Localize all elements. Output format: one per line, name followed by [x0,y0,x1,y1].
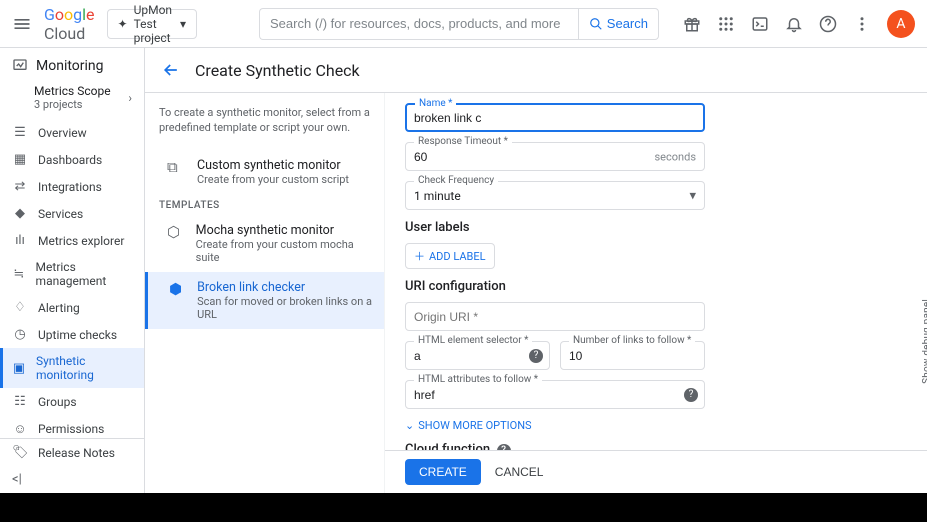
metrics-scope[interactable]: Metrics Scope 3 projects › [0,80,144,119]
debug-panel-tab[interactable]: Show debug panel [920,293,927,390]
mocha-icon: ⬡ [167,223,186,264]
gift-icon[interactable] [683,15,701,33]
footer-bar: CREATE CANCEL [385,450,927,493]
search-input[interactable] [259,8,578,40]
origin-uri-field[interactable] [405,302,705,331]
custom-icon: ⧉ [167,158,187,186]
frequency-field[interactable]: Check Frequency 1 minute ▾ [405,181,705,210]
bell-icon[interactable] [785,15,803,33]
nav-alerting[interactable]: ♢Alerting [0,294,144,321]
caret-down-icon: ▾ [689,188,696,203]
broken-link-icon: ⬢ [169,280,187,321]
caret-down-icon: ▾ [180,17,186,31]
apps-icon[interactable] [717,15,735,33]
nav-integrations[interactable]: ⇄Integrations [0,173,144,200]
chevron-down-icon: ⌄ [405,419,414,432]
explorer-icon: ılı [12,233,28,248]
integrations-icon: ⇄ [12,179,28,194]
links-field[interactable]: Number of links to follow * [560,341,705,370]
nav-metrics-explorer[interactable]: ılıMetrics explorer [0,227,144,254]
uri-config-header: URI configuration [405,279,705,294]
more-icon[interactable] [853,15,871,33]
show-more-options[interactable]: ⌄ SHOW MORE OPTIONS [405,419,705,432]
create-button[interactable]: CREATE [405,459,481,485]
dashboards-icon: ▦ [12,152,28,167]
form-panel: Name * Response Timeout * seconds Check … [385,93,927,493]
attr-field[interactable]: HTML attributes to follow * ? [405,380,705,409]
top-bar: Google Cloud ✦ UpMon Test project ▾ Sear… [0,0,927,48]
nav-permissions[interactable]: ☺Permissions [0,415,144,438]
chevron-right-icon: › [128,91,132,105]
nav-uptime[interactable]: ◷Uptime checks [0,321,144,348]
selector-field[interactable]: HTML element selector * ? [405,341,550,370]
name-field[interactable]: Name * [405,103,705,132]
name-input[interactable] [414,109,696,127]
search-button[interactable]: Search [578,8,659,40]
release-icon: 🏷 [12,445,28,460]
user-labels-header: User labels [405,220,705,235]
nav-groups[interactable]: ☷Groups [0,388,144,415]
selector-input[interactable] [414,347,541,365]
template-mocha[interactable]: ⬡ Mocha synthetic monitor Create from yo… [159,215,376,272]
help-icon[interactable]: ? [684,388,698,402]
nav-release-notes[interactable]: 🏷Release Notes [0,439,144,466]
menu-icon[interactable] [12,14,32,34]
uptime-icon: ◷ [12,327,28,342]
monitoring-icon [12,58,28,74]
gcp-logo[interactable]: Google Cloud [44,5,95,43]
nav-metrics-management[interactable]: ≒Metrics management [0,254,144,294]
help-icon[interactable] [819,15,837,33]
terminal-icon[interactable] [751,15,769,33]
help-icon[interactable]: ? [529,349,543,363]
template-broken-link[interactable]: ⬢ Broken link checker Scan for moved or … [145,272,384,329]
template-custom[interactable]: ⧉ Custom synthetic monitor Create from y… [159,150,376,194]
intro-text: To create a synthetic monitor, select fr… [159,105,376,136]
add-label-button[interactable]: ＋ ADD LABEL [405,243,495,269]
product-title: Monitoring [0,48,144,80]
back-arrow-icon[interactable] [161,60,181,80]
links-input[interactable] [569,347,696,365]
permissions-icon: ☺ [12,421,28,437]
project-icon: ✦ [118,17,128,31]
templates-panel: To create a synthetic monitor, select fr… [145,93,385,493]
timeout-field[interactable]: Response Timeout * seconds [405,142,705,171]
templates-header: TEMPLATES [159,200,376,211]
groups-icon: ☷ [12,394,28,409]
project-selector[interactable]: ✦ UpMon Test project ▾ [107,9,197,39]
nav-services[interactable]: ◆Services [0,200,144,227]
left-nav: Monitoring Metrics Scope 3 projects › ☰O… [0,48,145,493]
mgmt-icon: ≒ [12,267,26,282]
attr-input[interactable] [414,386,696,404]
cancel-button[interactable]: CANCEL [495,459,544,485]
avatar[interactable]: A [887,10,915,38]
overview-icon: ☰ [12,125,28,140]
nav-dashboards[interactable]: ▦Dashboards [0,146,144,173]
synthetic-icon: ▣ [12,361,26,376]
nav-synthetic[interactable]: ▣Synthetic monitoring [0,348,144,388]
project-name: UpMon Test project [134,3,174,45]
services-icon: ◆ [12,206,28,221]
alerting-icon: ♢ [12,300,28,315]
plus-icon: ＋ [414,248,425,264]
collapse-nav[interactable]: <| [0,466,144,493]
origin-uri-input[interactable] [414,308,696,326]
nav-overview[interactable]: ☰Overview [0,119,144,146]
page-title: Create Synthetic Check [195,61,360,80]
